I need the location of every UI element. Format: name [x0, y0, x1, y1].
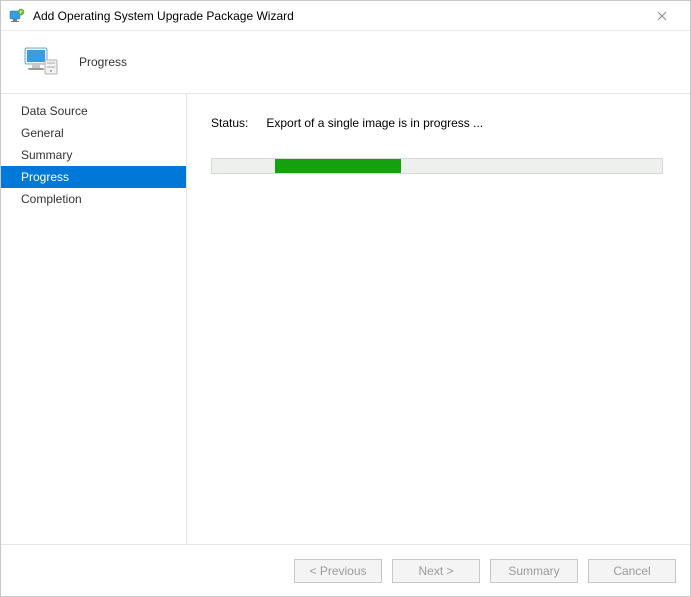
wizard-body: Data Source General Summary Progress Com… — [1, 93, 690, 544]
status-value: Export of a single image is in progress … — [266, 116, 483, 130]
next-button: Next > — [392, 559, 480, 583]
status-row: Status: Export of a single image is in p… — [211, 116, 666, 130]
page-title: Progress — [79, 55, 127, 69]
wizard-window: Add Operating System Upgrade Package Wiz… — [0, 0, 691, 597]
computer-icon — [21, 42, 61, 82]
sidebar-item-summary[interactable]: Summary — [1, 144, 186, 166]
status-label: Status: — [211, 116, 248, 130]
window-title: Add Operating System Upgrade Package Wiz… — [33, 9, 642, 23]
sidebar-item-progress[interactable]: Progress — [1, 166, 186, 188]
wizard-main: Status: Export of a single image is in p… — [186, 94, 690, 544]
wizard-footer: < Previous Next > Summary Cancel — [1, 544, 690, 596]
progress-bar — [211, 158, 663, 174]
previous-button: < Previous — [294, 559, 382, 583]
wizard-header: Progress — [1, 31, 690, 93]
title-bar: Add Operating System Upgrade Package Wiz… — [1, 1, 690, 31]
sidebar-item-general[interactable]: General — [1, 122, 186, 144]
progress-fill — [275, 159, 401, 173]
close-button[interactable] — [642, 2, 682, 30]
summary-button: Summary — [490, 559, 578, 583]
wizard-sidebar: Data Source General Summary Progress Com… — [1, 94, 186, 544]
sidebar-item-data-source[interactable]: Data Source — [1, 100, 186, 122]
close-icon — [657, 11, 667, 21]
app-icon — [9, 8, 25, 24]
cancel-button: Cancel — [588, 559, 676, 583]
sidebar-item-completion[interactable]: Completion — [1, 188, 186, 210]
